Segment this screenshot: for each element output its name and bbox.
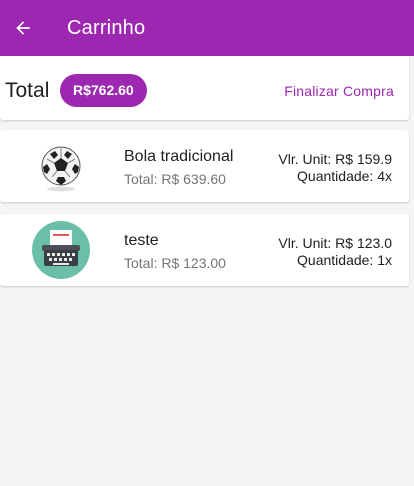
item-unit-price: Vlr. Unit: R$ 123.0 — [278, 235, 392, 251]
item-total: Total: R$ 123.00 — [124, 255, 226, 271]
item-total: Total: R$ 639.60 — [124, 171, 226, 187]
arrow-left-icon — [16, 21, 30, 35]
typewriter-icon — [32, 221, 90, 279]
item-quantity: Quantidade: 4x — [297, 168, 392, 184]
finalizar-compra-button[interactable]: Finalizar Compra — [284, 83, 394, 99]
cart-item[interactable]: Bola tradicional Total: R$ 639.60 Vlr. U… — [0, 130, 409, 202]
soccer-ball-icon — [41, 146, 81, 192]
app-bar: Carrinho — [0, 0, 414, 56]
item-unit-price: Vlr. Unit: R$ 159.9 — [278, 151, 392, 167]
cart-item[interactable]: teste Total: R$ 123.00 Vlr. Unit: R$ 123… — [0, 214, 409, 286]
total-label: Total — [5, 79, 50, 102]
item-name: teste — [124, 232, 159, 249]
total-summary-card: Total R$762.60 Finalizar Compra — [0, 56, 409, 120]
page-title: Carrinho — [67, 16, 146, 39]
back-button[interactable] — [0, 0, 46, 56]
item-quantity: Quantidade: 1x — [297, 252, 392, 268]
total-amount-badge: R$762.60 — [60, 74, 147, 107]
item-name: Bola tradicional — [124, 148, 234, 165]
